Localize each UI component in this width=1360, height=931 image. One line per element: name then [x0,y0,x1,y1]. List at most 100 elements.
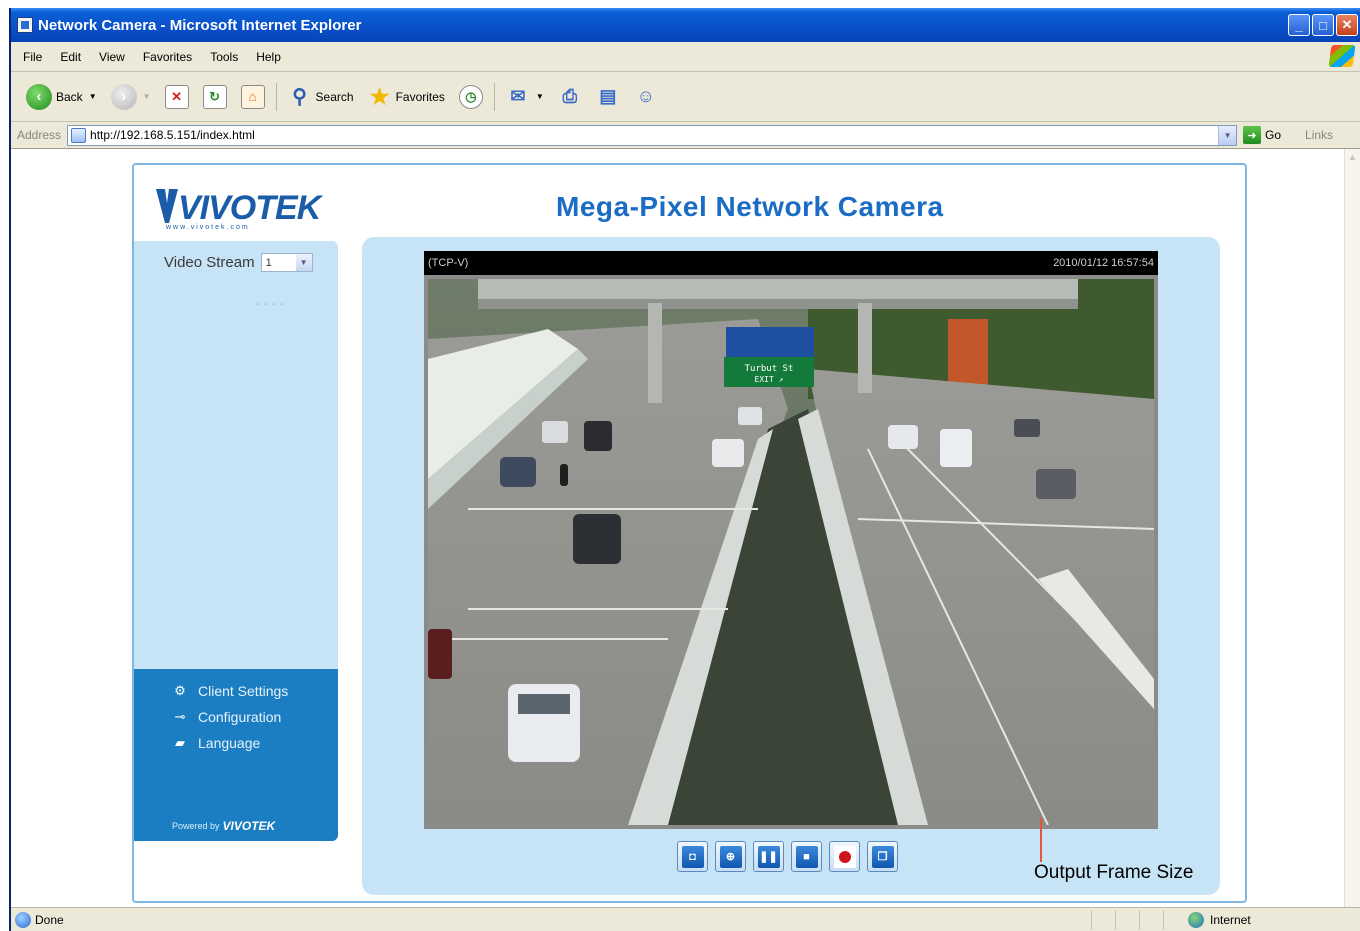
menu-client-settings[interactable]: ⚙ Client Settings [172,683,288,699]
status-cell [1115,909,1139,930]
exit-sign-text: Turbut St [745,364,794,374]
history-button[interactable]: ◷ [456,80,486,114]
favorites-label: Favorites [395,89,445,104]
video-stream-value: 1 [265,256,272,269]
exit-sign-sub: EXIT ↗ [755,375,784,384]
menu-file[interactable]: File [23,50,42,64]
stop-x-icon: ✕ [164,84,189,109]
printer-icon: ⎙ [562,86,578,106]
status-cell [1139,909,1163,930]
forward-arrow-icon: › [110,83,137,110]
video-caption-bar: (TCP-V) 2010/01/12 16:57:54 [424,251,1158,275]
window-icon: ❐ [871,845,894,868]
home-button[interactable]: ⌂ [238,80,268,114]
edit-page-icon: ▤ [599,86,617,106]
menu-view[interactable]: View [99,50,125,64]
refresh-icon: ↻ [202,84,227,109]
refresh-button[interactable]: ↻ [200,80,230,114]
wrench-icon: ⊸ [174,709,186,724]
print-button[interactable]: ⎙ [555,80,585,114]
vivotek-logo: VIVOTEK www.vivotek.com [156,181,326,231]
menu-help[interactable]: Help [256,50,281,64]
video-timestamp: 2010/01/12 16:57:54 [1053,257,1154,269]
menu-tools[interactable]: Tools [210,50,238,64]
address-url: http://192.168.5.151/index.html [90,128,255,142]
record-button[interactable] [829,841,860,872]
address-dropdown-icon[interactable]: ▼ [1218,125,1237,145]
powered-by-label: Powered by [172,821,220,831]
forward-dropdown-icon[interactable]: ▼ [143,92,151,101]
video-stream-label: Video Stream [164,254,255,271]
pause-icon: ❚❚ [757,845,780,868]
menu-configuration[interactable]: ⊸ Configuration [172,709,282,725]
chevron-down-icon: ▼ [295,254,312,271]
menu-configuration-label: Configuration [198,709,282,725]
menu-language-label: Language [198,735,261,751]
star-icon: ★ [369,83,390,109]
window-title: Network Camera - Microsoft Internet Expl… [38,16,362,34]
address-input[interactable]: http://192.168.5.151/index.html ▼ [67,124,1238,146]
status-bar: Done Internet [11,907,1360,931]
mail-icon: ✉ [510,86,526,106]
page-icon [71,127,87,143]
menu-language[interactable]: ▰ Language [172,735,260,751]
highway-scene-image: Turbut St EXIT ↗ [428,279,1154,825]
maximize-button[interactable]: □ [1312,14,1334,36]
windows-logo-icon [1328,45,1356,67]
back-arrow-icon: ‹ [26,83,52,110]
powered-by: Powered by VIVOTEK [172,819,275,833]
favorites-button[interactable]: ★ Favorites [365,80,448,114]
powered-by-brand: VIVOTEK [222,819,276,833]
video-control-bar: ◘ ⊕ ❚❚ ■ ❐ [677,841,898,872]
stop-page-button[interactable]: ✕ [162,80,192,114]
left-sidebar: Video Stream 1 ▼ - - - - ⚙ Client Settin… [134,241,338,841]
window-button[interactable]: ❐ [867,841,898,872]
page-content: VIVOTEK www.vivotek.com Mega-Pixel Netwo… [11,149,1346,915]
search-icon: ⚲ [292,86,307,108]
messenger-icon: ☺ [636,86,656,106]
home-icon: ⌂ [240,84,265,109]
live-video-stream[interactable]: Turbut St EXIT ↗ [424,275,1158,829]
edit-button[interactable]: ▤ [593,80,623,114]
menu-favorites[interactable]: Favorites [143,50,192,64]
logo-subtext: www.vivotek.com [166,224,250,231]
toolbar-separator [493,82,495,111]
address-label: Address [17,128,62,142]
title-bar: Network Camera - Microsoft Internet Expl… [11,8,1360,42]
mail-button[interactable]: ✉ ▼ [503,80,547,114]
video-stream-select[interactable]: 1 ▼ [260,253,313,272]
browser-window: Network Camera - Microsoft Internet Expl… [9,8,1360,931]
output-frame-size-callout: Output Frame Size [1034,862,1194,883]
security-zone: Internet [1163,909,1251,930]
gear-icon: ⚙ [174,683,186,698]
scroll-up-icon[interactable]: ▲ [1345,149,1360,165]
menu-edit[interactable]: Edit [60,50,81,64]
go-arrow-icon: ➜ [1243,126,1262,144]
page-done-icon [15,911,31,928]
minimize-button[interactable]: _ [1288,14,1310,36]
zoom-icon: ⊕ [719,845,742,868]
search-button[interactable]: ⚲ Search [285,80,357,114]
back-button[interactable]: ‹ Back ▼ [23,80,100,114]
zone-label: Internet [1210,912,1251,927]
menu-client-settings-label: Client Settings [198,683,289,699]
pause-button[interactable]: ❚❚ [753,841,784,872]
mail-dropdown-icon[interactable]: ▼ [536,92,544,101]
status-text: Done [35,912,64,927]
forward-button[interactable]: › ▼ [108,80,154,114]
go-button[interactable]: ➜ Go [1243,126,1281,144]
messenger-button[interactable]: ☺ [631,80,661,114]
status-cell [1091,909,1115,930]
back-dropdown-icon[interactable]: ▼ [89,92,97,101]
logo-text: VIVOTEK [178,189,321,227]
links-button[interactable]: Links [1305,128,1333,142]
snapshot-button[interactable]: ◘ [677,841,708,872]
toolbar-separator [275,82,277,111]
stop-button[interactable]: ■ [791,841,822,872]
video-stream-row: Video Stream 1 ▼ [164,253,313,272]
digital-zoom-button[interactable]: ⊕ [715,841,746,872]
close-button[interactable]: ✕ [1336,14,1358,36]
go-label: Go [1265,128,1282,142]
video-protocol: (TCP-V) [428,257,469,269]
vertical-scrollbar[interactable]: ▲ [1344,149,1360,915]
